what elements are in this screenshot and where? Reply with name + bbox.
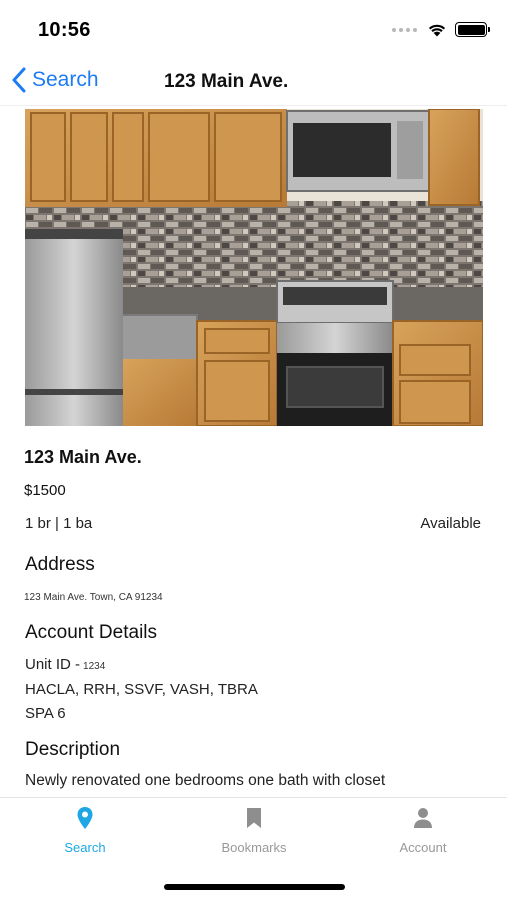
tab-bookmarks-label: Bookmarks (221, 840, 287, 855)
unit-id-value: 1234 (83, 661, 106, 672)
listing-title: 123 Main Ave. (24, 447, 142, 467)
location-pin-icon (77, 807, 93, 829)
description-text: Newly renovated one bedrooms one bath wi… (25, 772, 386, 789)
address-heading: Address (25, 554, 95, 575)
cellular-signal-icon (392, 27, 417, 32)
tab-search-label: Search (64, 840, 106, 855)
status-bar: 10:56 (0, 0, 507, 60)
account-details-heading: Account Details (25, 622, 158, 643)
tab-account-label: Account (399, 840, 447, 855)
address-text: 123 Main Ave. Town, CA 91234 (24, 592, 163, 603)
status-icons (392, 22, 490, 37)
description-heading: Description (25, 739, 121, 760)
back-button-label: Search (32, 68, 99, 91)
battery-icon (455, 22, 490, 37)
listing-rooms: 1 br | 1 ba (25, 515, 93, 532)
tab-search[interactable]: Search (15, 806, 155, 855)
back-button[interactable]: Search (12, 67, 99, 93)
unit-id-label: Unit ID - (25, 656, 81, 673)
page-title: 123 Main Ave. (164, 71, 289, 92)
programs-text: HACLA, RRH, SSVF, VASH, TBRA (25, 681, 258, 698)
bookmark-icon (247, 808, 261, 828)
spa-text: SPA 6 (25, 705, 66, 722)
listing-price: $1500 (24, 482, 66, 499)
navigation-bar: Search 123 Main Ave. (0, 60, 507, 106)
person-icon (414, 808, 432, 828)
availability-status: Available (420, 515, 481, 532)
tab-bookmarks[interactable]: Bookmarks (184, 806, 324, 855)
chevron-left-icon (12, 67, 26, 93)
property-photo (25, 109, 483, 426)
home-indicator[interactable] (164, 884, 345, 890)
unit-id-row: Unit ID -1234 (25, 656, 105, 673)
tab-account[interactable]: Account (353, 806, 493, 855)
wifi-icon (428, 24, 446, 37)
status-time: 10:56 (38, 19, 91, 41)
